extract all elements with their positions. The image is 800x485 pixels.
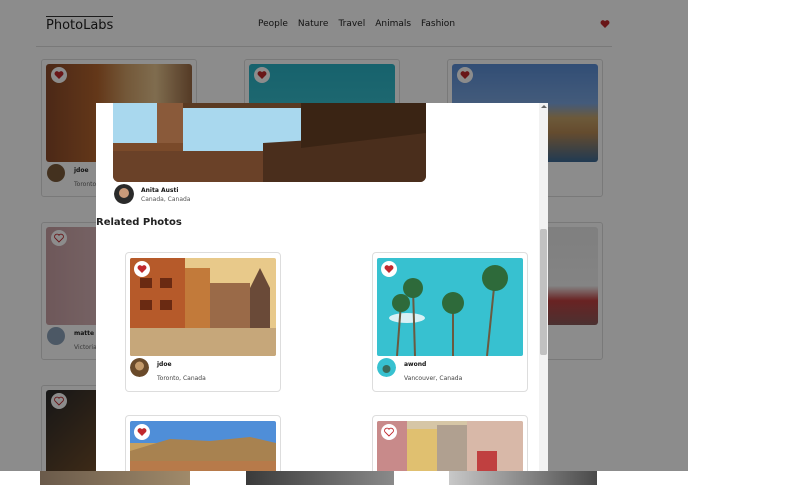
selected-photo xyxy=(113,103,426,182)
palm-trees-photo xyxy=(377,258,523,356)
heart-icon xyxy=(384,265,394,273)
fav-button[interactable] xyxy=(381,261,397,277)
photo-details-modal: Anita Austi Canada, Canada Related Photo… xyxy=(96,103,548,471)
photographer-name: awond xyxy=(404,361,427,368)
colorful-buildings-photo xyxy=(377,421,523,471)
photographer-location: Vancouver, Canada xyxy=(404,375,463,382)
related-photo-card[interactable]: awond Vancouver, Canada xyxy=(372,252,528,392)
modal-scrollbar[interactable] xyxy=(539,103,548,471)
selected-photo-image xyxy=(113,103,426,182)
fav-button[interactable] xyxy=(134,424,150,440)
related-photo-card[interactable] xyxy=(372,415,528,471)
photo-image[interactable] xyxy=(40,471,190,485)
heart-icon xyxy=(137,428,147,436)
street-photo xyxy=(130,258,276,356)
scroll-up-arrow-icon[interactable] xyxy=(541,105,547,108)
photographer-avatar xyxy=(114,184,134,204)
heart-outline-icon xyxy=(384,427,394,437)
avatar-image xyxy=(377,358,396,377)
photo-image[interactable] xyxy=(130,258,276,356)
scrollbar-thumb[interactable] xyxy=(540,229,547,355)
heart-icon xyxy=(137,265,147,273)
fav-button[interactable] xyxy=(134,261,150,277)
related-photos-title: Related Photos xyxy=(96,217,182,228)
avatar xyxy=(377,358,396,377)
photo-image[interactable] xyxy=(449,471,597,485)
hilltop-town-photo xyxy=(130,421,276,471)
photographer-location: Canada, Canada xyxy=(141,196,191,203)
photographer-name: jdoe xyxy=(157,361,172,368)
photographer-location: Toronto, Canada xyxy=(157,375,206,382)
photo-image[interactable] xyxy=(377,421,523,471)
fav-button[interactable] xyxy=(381,424,397,440)
photolabs-page: PhotoLabs People Nature Travel Animals F… xyxy=(0,0,800,485)
photo-image[interactable] xyxy=(377,258,523,356)
related-photo-card[interactable] xyxy=(125,415,281,471)
related-photo-card[interactable]: jdoe Toronto, Canada xyxy=(125,252,281,392)
avatar-image xyxy=(130,358,149,377)
avatar-image xyxy=(114,184,134,204)
photographer-name: Anita Austi xyxy=(141,187,179,194)
avatar xyxy=(130,358,149,377)
photo-image[interactable] xyxy=(130,421,276,471)
photo-image[interactable] xyxy=(246,471,394,485)
